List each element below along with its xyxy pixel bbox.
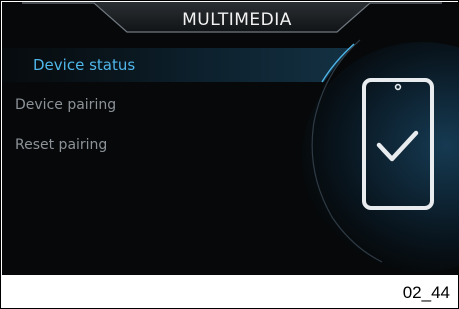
figure-frame: MULTIMEDIA Device status Device pairing …: [0, 0, 459, 309]
menu-item-label: Reset pairing: [15, 137, 108, 153]
menu-item-reset-pairing[interactable]: Reset pairing: [2, 128, 332, 162]
menu-item-device-pairing[interactable]: Device pairing: [2, 88, 332, 122]
menu-item-label: Device pairing: [15, 97, 117, 113]
menu-item-label: Device status: [33, 56, 136, 74]
smartphone-check-icon: [362, 78, 434, 210]
menu-item-device-status[interactable]: Device status: [2, 48, 332, 82]
multimedia-screen: MULTIMEDIA Device status Device pairing …: [2, 2, 459, 275]
figure-code: 02_44: [402, 283, 450, 302]
